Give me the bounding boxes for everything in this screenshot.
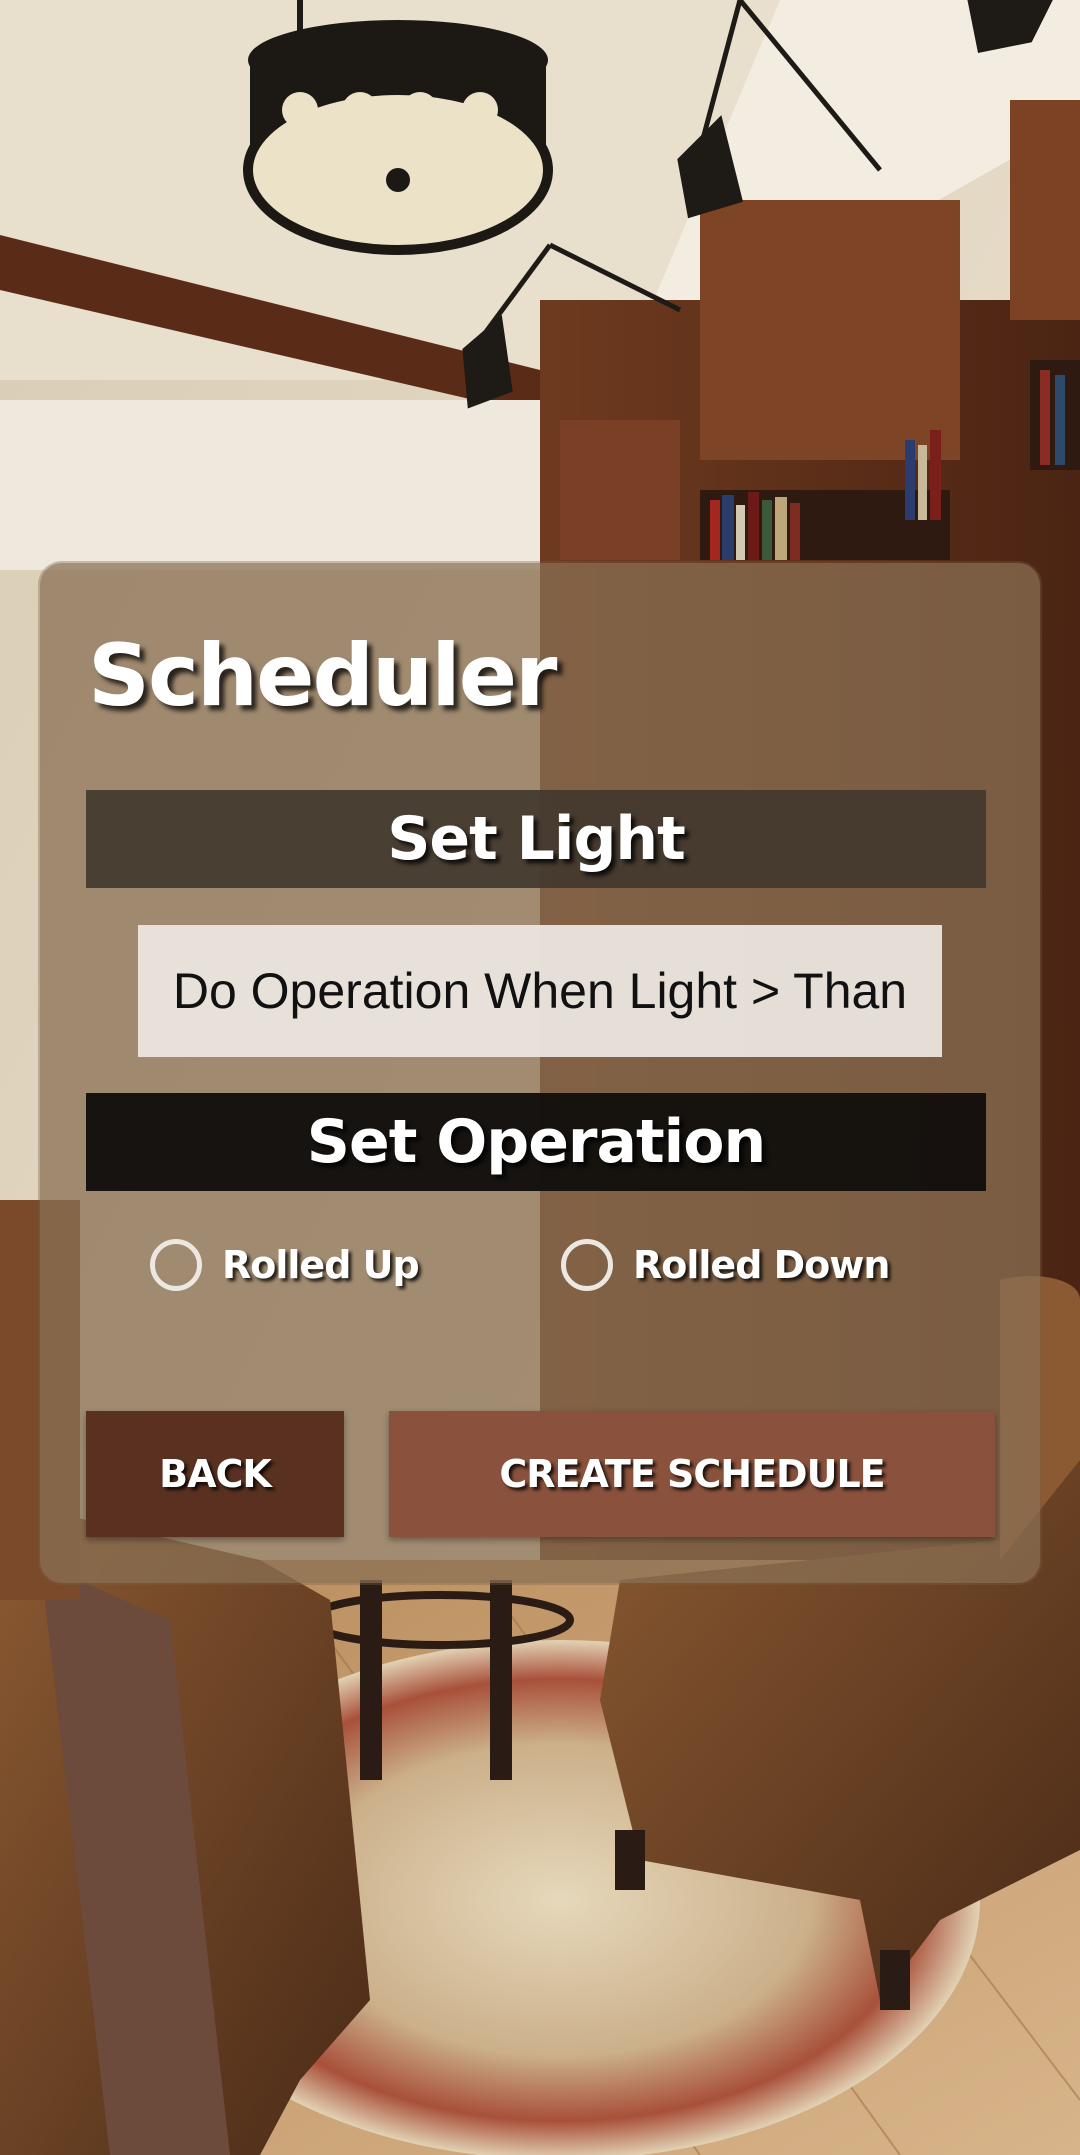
set-light-header: Set Light	[86, 790, 986, 888]
set-light-heading: Set Light	[387, 804, 686, 874]
radio-option-rolled-up[interactable]: Rolled Up	[150, 1233, 420, 1297]
set-operation-heading: Set Operation	[306, 1107, 766, 1177]
light-threshold-input[interactable]	[138, 925, 942, 1057]
radio-unselected-icon[interactable]	[150, 1239, 202, 1291]
set-operation-header: Set Operation	[86, 1093, 986, 1191]
page-title: Scheduler	[88, 626, 557, 726]
back-button[interactable]: BACK	[86, 1411, 344, 1537]
light-threshold-field[interactable]	[138, 925, 942, 1057]
radio-option-rolled-down[interactable]: Rolled Down	[561, 1233, 890, 1297]
radio-label-rolled-down[interactable]: Rolled Down	[633, 1243, 890, 1287]
back-button-label: BACK	[159, 1452, 272, 1496]
radio-unselected-icon[interactable]	[561, 1239, 613, 1291]
scheduler-card: Scheduler Set Light Set Operation Rolled…	[40, 563, 1040, 1583]
scheduler-screen: Scheduler Set Light Set Operation Rolled…	[0, 0, 1080, 2155]
radio-label-rolled-up[interactable]: Rolled Up	[222, 1243, 420, 1287]
create-schedule-button[interactable]: CREATE SCHEDULE	[389, 1411, 995, 1537]
create-schedule-button-label: CREATE SCHEDULE	[499, 1452, 885, 1496]
